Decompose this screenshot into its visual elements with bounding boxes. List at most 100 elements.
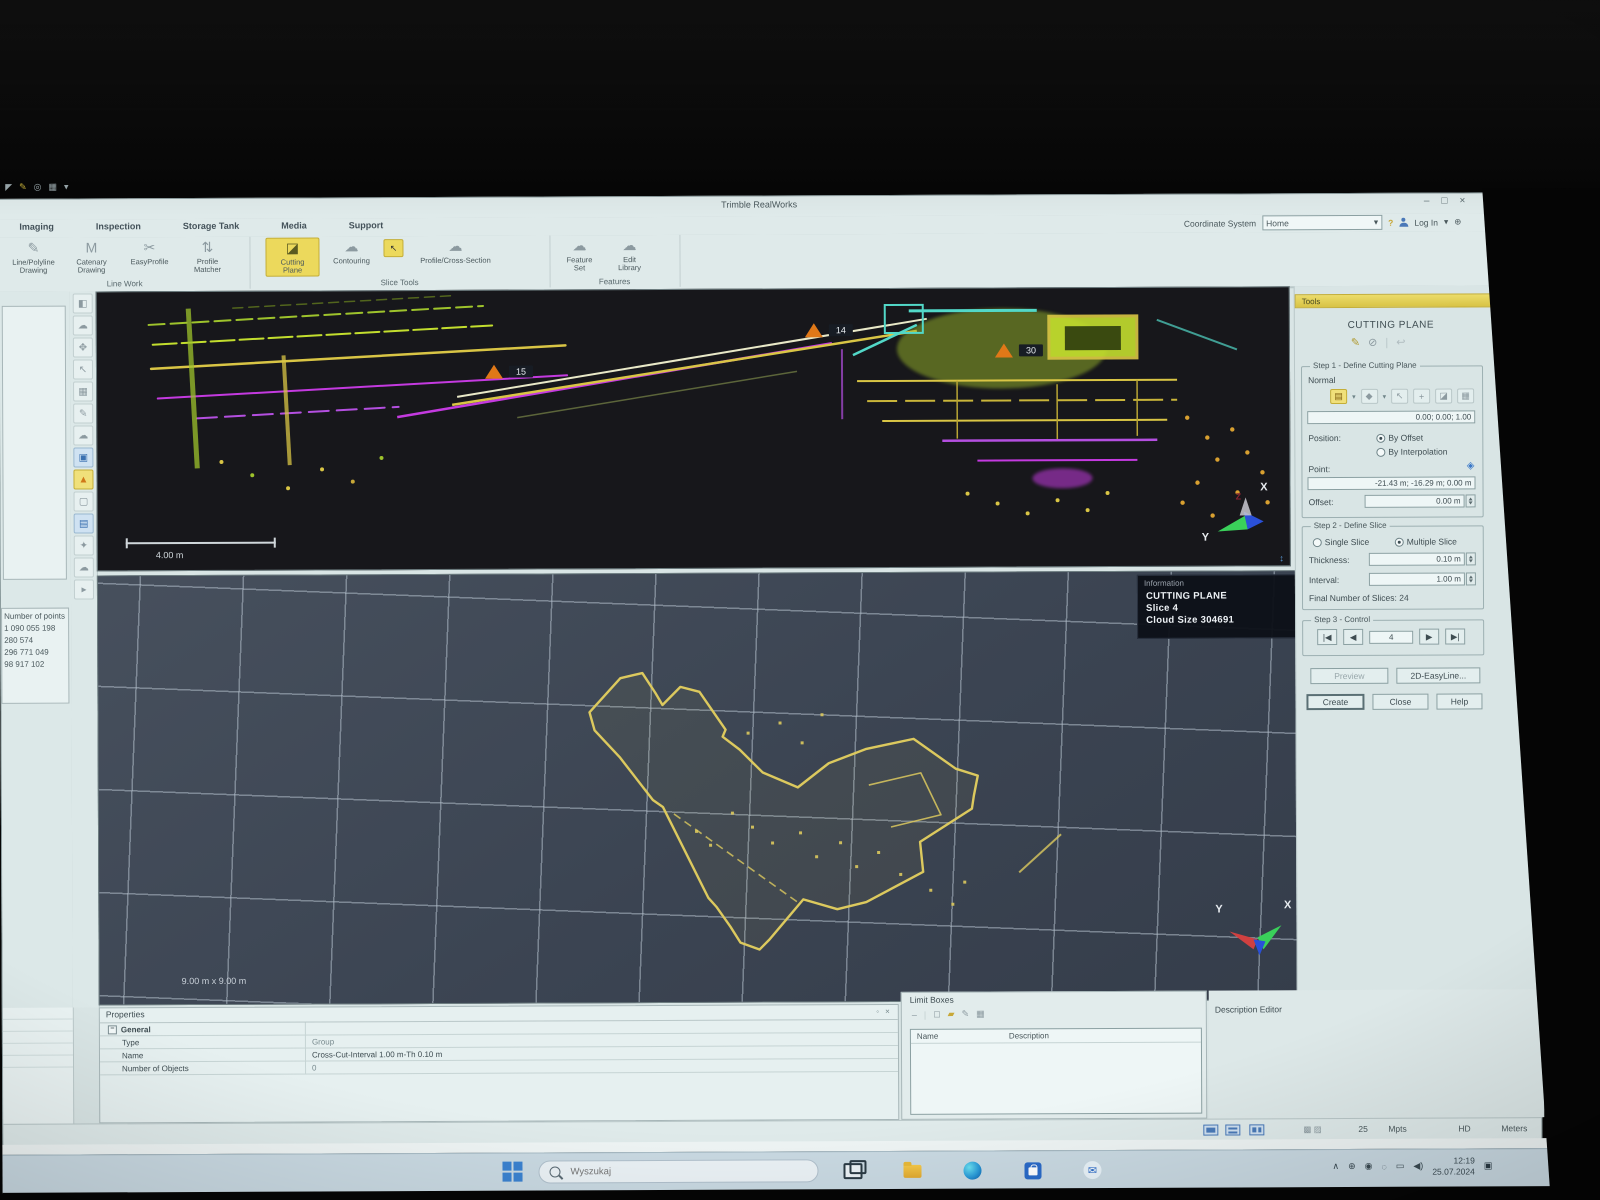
- screen-plane-icon[interactable]: ◪: [1435, 389, 1452, 404]
- help-icon[interactable]: ?: [1388, 217, 1393, 227]
- viewport-2d-slice[interactable]: Information CUTTING PLANE Slice 4 Cloud …: [97, 570, 1325, 1005]
- interval-field[interactable]: 1.00 m: [1369, 572, 1465, 585]
- pick-point-icon[interactable]: ◈: [1467, 460, 1475, 471]
- disable-plane-icon[interactable]: ⊘: [1368, 336, 1377, 349]
- preview-button[interactable]: Preview: [1310, 668, 1388, 684]
- cloud-tool-icon[interactable]: ☁: [73, 315, 93, 335]
- undo-icon[interactable]: ↩: [1396, 336, 1405, 349]
- axis-normal-icon[interactable]: ▤: [1330, 389, 1347, 404]
- star-tool-icon[interactable]: ✦: [74, 535, 94, 555]
- store-button[interactable]: [1020, 1158, 1044, 1182]
- viewport-3d[interactable]: 15 14 30 4.00 m X Y Z ↕: [96, 286, 1291, 571]
- flag-tool-icon[interactable]: ▸: [74, 579, 94, 599]
- open-icon[interactable]: ▰: [948, 1009, 955, 1020]
- notification-icon[interactable]: ▣: [1484, 1160, 1493, 1171]
- taskbar-search[interactable]: [538, 1159, 818, 1183]
- prev-slice-button[interactable]: ◀: [1343, 629, 1363, 645]
- maximize-button[interactable]: □: [1441, 196, 1447, 207]
- layout-split-v-icon[interactable]: [1249, 1124, 1264, 1135]
- render-tool-icon[interactable]: ▤: [74, 513, 94, 533]
- by-interpolation-radio[interactable]: [1376, 448, 1385, 457]
- draw-tool-icon[interactable]: ✎: [73, 403, 93, 423]
- box-icon[interactable]: ▦: [976, 1009, 985, 1020]
- pick-normal-icon[interactable]: ↖: [1391, 389, 1408, 404]
- chevron-down-icon[interactable]: ▾: [1444, 217, 1448, 228]
- help-button[interactable]: Help: [1436, 693, 1482, 709]
- tab-imaging[interactable]: Imaging: [15, 222, 58, 232]
- offset-field[interactable]: 0.00 m: [1365, 494, 1465, 507]
- segment-tool-icon[interactable]: ▦: [73, 381, 93, 401]
- tool-icon[interactable]: ▦: [49, 182, 58, 193]
- tray-icon[interactable]: ⊕: [1348, 1161, 1356, 1172]
- display-quality[interactable]: HD: [1458, 1123, 1470, 1133]
- minimize-button[interactable]: –: [1424, 196, 1430, 207]
- file-explorer-button[interactable]: [900, 1159, 924, 1183]
- speaker-icon[interactable]: ◀): [1413, 1161, 1423, 1172]
- thickness-spinner[interactable]: [1466, 552, 1476, 565]
- tool-profile-cross-section[interactable]: ☁Profile/Cross-Section: [409, 237, 501, 266]
- ghost-tool-icon[interactable]: ▢: [74, 491, 94, 511]
- start-button[interactable]: [502, 1162, 522, 1182]
- current-slice-field[interactable]: 4: [1369, 630, 1413, 643]
- cloud3-tool-icon[interactable]: ☁: [74, 557, 94, 577]
- system-tray[interactable]: ∧ ⊕ ◉ ◌ ▭ ◀) 12:19 25.07.2024 ▣: [1332, 1155, 1492, 1177]
- layout-single-icon[interactable]: [1203, 1125, 1218, 1136]
- tool-contouring[interactable]: ☁Contouring: [325, 237, 377, 265]
- geometry-normal-icon[interactable]: ◆: [1361, 389, 1378, 404]
- by-offset-radio[interactable]: [1376, 434, 1385, 443]
- first-slice-button[interactable]: |◀: [1317, 629, 1337, 645]
- tab-inspection[interactable]: Inspection: [92, 221, 145, 231]
- pencil-icon[interactable]: ✎: [19, 182, 27, 193]
- mic-icon[interactable]: ◌: [1381, 1161, 1386, 1171]
- pick-tool-icon[interactable]: ↖: [73, 359, 93, 379]
- tool-profile-matcher[interactable]: ⇅ProfileMatcher: [181, 238, 233, 275]
- tool-catenary-drawing[interactable]: MCatenaryDrawing: [65, 238, 117, 275]
- circle-icon[interactable]: ◎: [34, 182, 42, 193]
- tool-cutting-plane[interactable]: ◪CuttingPlane: [265, 237, 319, 276]
- tool-feature-set[interactable]: ☁FeatureSet: [557, 236, 601, 273]
- lock-icon[interactable]: ◻: [933, 1009, 941, 1020]
- tab-media[interactable]: Media: [277, 221, 311, 231]
- tab-support[interactable]: Support: [345, 220, 388, 230]
- edge-browser-button[interactable]: [960, 1159, 984, 1183]
- close-button[interactable]: Close: [1372, 694, 1428, 710]
- tool-easyprofile[interactable]: ✂EasyProfile: [123, 238, 175, 266]
- property-row-number-of-objects[interactable]: Number of Objects 0: [100, 1059, 898, 1075]
- slice-grab-tool[interactable]: ↖: [383, 239, 403, 257]
- chevron-down-icon[interactable]: ▾: [64, 182, 69, 193]
- easyline-button[interactable]: 2D-EasyLine...: [1396, 667, 1480, 683]
- display-icon[interactable]: ▭: [1396, 1161, 1405, 1172]
- scan-marker[interactable]: 15: [485, 365, 533, 379]
- coordinate-system-select[interactable]: Home▾: [1262, 215, 1382, 231]
- tool-edit-library[interactable]: ☁EditLibrary: [607, 236, 651, 273]
- point-field[interactable]: -21.43 m; -16.29 m; 0.00 m: [1307, 476, 1475, 490]
- column-description[interactable]: Description: [1003, 1029, 1201, 1043]
- tool-line-polyline-drawing[interactable]: ✎Line/PolylineDrawing: [7, 239, 59, 276]
- tray-icon[interactable]: ◉: [1365, 1161, 1373, 1172]
- column-name[interactable]: Name: [911, 1029, 1003, 1042]
- cloud2-tool-icon[interactable]: ☁: [73, 425, 93, 445]
- login-button[interactable]: Log In: [1414, 217, 1438, 227]
- pan-tool-icon[interactable]: ✥: [73, 337, 93, 357]
- single-slice-radio[interactable]: [1313, 538, 1322, 547]
- scan-marker[interactable]: 14: [805, 323, 853, 337]
- search-input[interactable]: [568, 1164, 772, 1178]
- warning-tool-icon[interactable]: ▲: [73, 469, 93, 489]
- layout-split-h-icon[interactable]: [1225, 1124, 1240, 1135]
- close-button[interactable]: ×: [1459, 195, 1465, 206]
- offset-spinner[interactable]: [1466, 494, 1476, 507]
- view-resize-icon[interactable]: ↕: [1279, 553, 1284, 563]
- tab-storage-tank[interactable]: Storage Tank: [179, 221, 243, 231]
- edit-plane-icon[interactable]: ✎: [1351, 336, 1360, 349]
- last-slice-button[interactable]: ▶|: [1445, 628, 1465, 644]
- create-button[interactable]: Create: [1306, 694, 1364, 710]
- project-tree[interactable]: [2, 306, 67, 580]
- select-tool-icon[interactable]: ◧: [73, 293, 93, 313]
- normal-vector-field[interactable]: 0.00; 0.00; 1.00: [1307, 410, 1475, 424]
- clock[interactable]: 12:19 25.07.2024: [1432, 1155, 1475, 1176]
- quick-access-toolbar[interactable]: ◤✎◎▦▾: [5, 182, 68, 193]
- panel-pin-close-icons[interactable]: ◦×: [876, 1007, 890, 1016]
- thickness-field[interactable]: 0.10 m: [1369, 552, 1465, 565]
- task-view-button[interactable]: [840, 1159, 864, 1183]
- mail-button[interactable]: ✉: [1080, 1158, 1104, 1182]
